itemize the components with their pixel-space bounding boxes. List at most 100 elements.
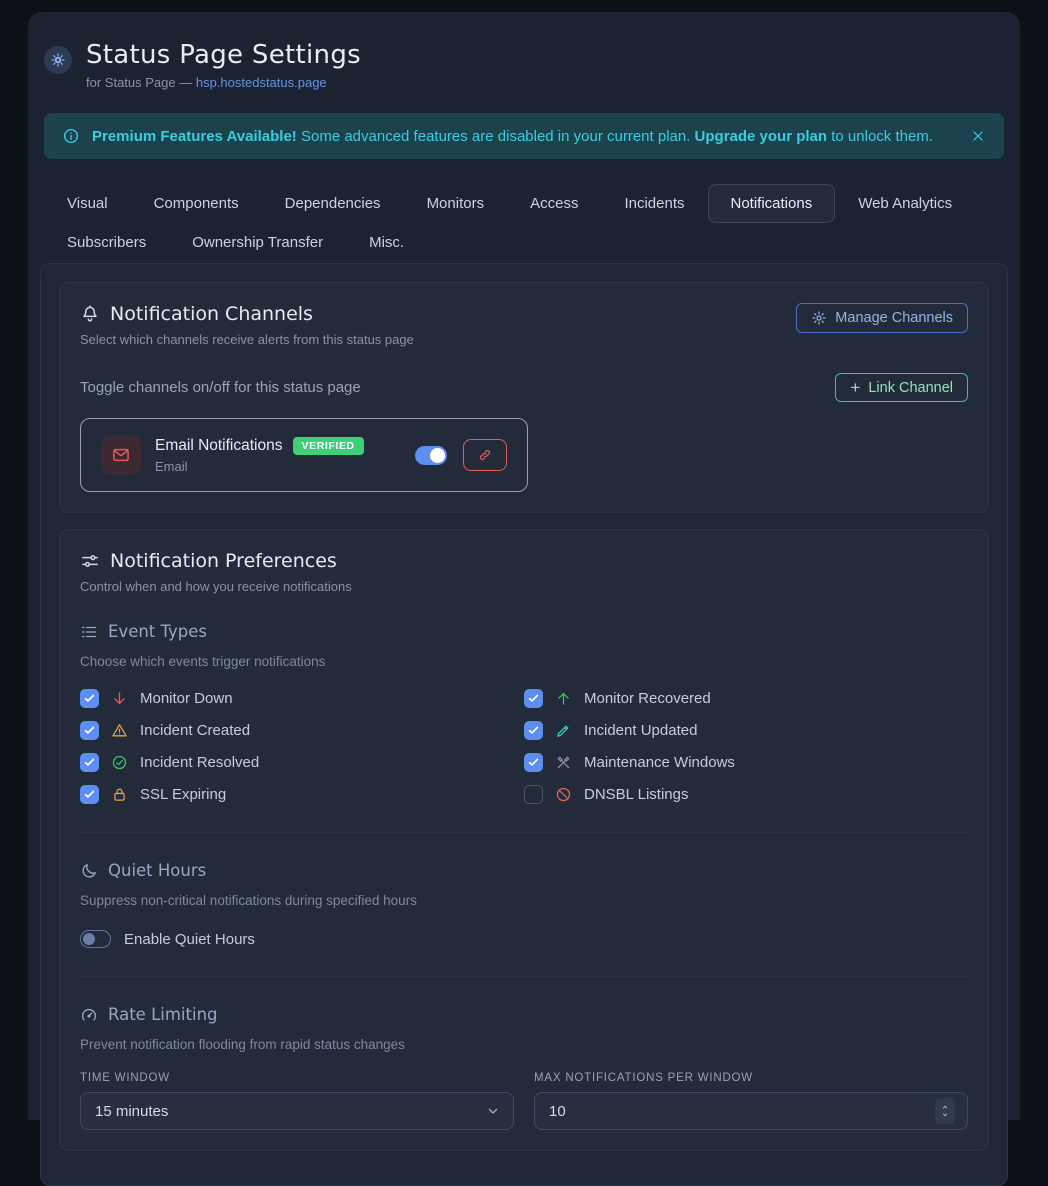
checkbox-checked[interactable] <box>524 753 543 772</box>
event-type-ssl-expiring[interactable]: SSL Expiring <box>80 785 524 804</box>
channel-type: Email <box>155 459 364 474</box>
premium-banner: Premium Features Available! Some advance… <box>44 113 1004 159</box>
tabs: VisualComponentsDependenciesMonitorsAcce… <box>40 184 1008 262</box>
unlink-channel-button[interactable] <box>463 439 507 471</box>
event-type-label: Incident Created <box>140 722 250 739</box>
arrow-down-icon <box>111 690 128 707</box>
checkbox-checked[interactable] <box>80 753 99 772</box>
rate-limiting-desc: Prevent notification flooding from rapid… <box>80 1037 968 1052</box>
plus-icon: + <box>850 379 860 396</box>
tab-subscribers[interactable]: Subscribers <box>44 223 169 262</box>
page-title: Status Page Settings <box>86 40 361 70</box>
event-type-maintenance-windows[interactable]: Maintenance Windows <box>524 753 968 772</box>
time-window-select[interactable]: 15 minutes <box>80 1092 514 1130</box>
event-type-label: Incident Updated <box>584 722 697 739</box>
premium-banner-text: Premium Features Available! Some advance… <box>92 128 958 145</box>
event-type-monitor-down[interactable]: Monitor Down <box>80 689 524 708</box>
max-notifications-input[interactable] <box>549 1103 935 1120</box>
tab-access[interactable]: Access <box>507 184 601 223</box>
tab-web-analytics[interactable]: Web Analytics <box>835 184 975 223</box>
section-title-row: Notification Preferences <box>80 550 968 572</box>
event-type-label: DNSBL Listings <box>584 786 689 803</box>
checkbox-checked[interactable] <box>80 785 99 804</box>
notification-channels-section: Notification Channels Select which chann… <box>59 282 989 513</box>
moon-icon <box>80 862 98 880</box>
event-type-incident-updated[interactable]: Incident Updated <box>524 721 968 740</box>
section-desc: Control when and how you receive notific… <box>80 579 968 594</box>
chevron-down-icon <box>940 1111 950 1119</box>
mail-icon <box>101 435 141 475</box>
event-types-desc: Choose which events trigger notification… <box>80 654 968 669</box>
tab-notifications[interactable]: Notifications <box>708 184 836 223</box>
tab-ownership-transfer[interactable]: Ownership Transfer <box>169 223 346 262</box>
email-channel-card: Email Notifications VERIFIED Email <box>80 418 528 492</box>
section-title: Notification Channels <box>110 303 313 325</box>
bell-icon <box>80 304 100 324</box>
notification-preferences-section: Notification Preferences Control when an… <box>59 529 989 1151</box>
event-type-incident-resolved[interactable]: Incident Resolved <box>80 753 524 772</box>
gear-badge <box>44 46 72 74</box>
event-type-label: Incident Resolved <box>140 754 259 771</box>
quiet-hours-heading: Quiet Hours <box>80 861 968 880</box>
event-type-label: SSL Expiring <box>140 786 226 803</box>
tab-monitors[interactable]: Monitors <box>404 184 508 223</box>
quiet-hours-toggle-label: Enable Quiet Hours <box>124 931 255 948</box>
tab-visual[interactable]: Visual <box>44 184 131 223</box>
list-icon <box>80 623 98 641</box>
gear-icon <box>50 52 66 68</box>
info-icon <box>62 127 80 145</box>
event-type-label: Maintenance Windows <box>584 754 735 771</box>
checkbox-checked[interactable] <box>80 689 99 708</box>
section-desc: Select which channels receive alerts fro… <box>80 332 414 347</box>
tab-incidents[interactable]: Incidents <box>601 184 707 223</box>
page-header: Status Page Settings for Status Page — h… <box>40 40 1008 90</box>
pencil-icon <box>555 722 572 739</box>
upgrade-plan-link[interactable]: Upgrade your plan <box>695 128 828 145</box>
status-page-link[interactable]: hsp.hostedstatus.page <box>196 75 327 90</box>
channel-name: Email Notifications <box>155 437 283 455</box>
event-type-monitor-recovered[interactable]: Monitor Recovered <box>524 689 968 708</box>
section-title: Notification Preferences <box>110 550 337 572</box>
lock-icon <box>111 786 128 803</box>
divider <box>80 832 968 833</box>
event-type-label: Monitor Recovered <box>584 690 711 707</box>
number-stepper[interactable] <box>935 1098 955 1124</box>
divider <box>80 976 968 977</box>
gear-icon <box>811 310 827 326</box>
time-window-label: TIME WINDOW <box>80 1072 514 1084</box>
tab-components[interactable]: Components <box>131 184 262 223</box>
tab-dependencies[interactable]: Dependencies <box>262 184 404 223</box>
quiet-hours-desc: Suppress non-critical notifications duri… <box>80 893 968 908</box>
event-type-incident-created[interactable]: Incident Created <box>80 721 524 740</box>
checkbox-checked[interactable] <box>80 721 99 740</box>
checkbox-checked[interactable] <box>524 721 543 740</box>
verified-badge: VERIFIED <box>293 437 364 455</box>
max-notifications-label: MAX NOTIFICATIONS PER WINDOW <box>534 1072 968 1084</box>
check-circle-icon <box>111 754 128 771</box>
link-channel-button[interactable]: + Link Channel <box>835 373 968 402</box>
event-type-label: Monitor Down <box>140 690 233 707</box>
quiet-hours-toggle[interactable] <box>80 930 111 948</box>
ban-icon <box>555 786 572 803</box>
close-icon[interactable] <box>970 128 986 144</box>
sliders-icon <box>80 551 100 571</box>
page-subtitle: for Status Page — hsp.hostedstatus.page <box>86 75 361 90</box>
chevron-down-icon <box>485 1103 501 1119</box>
rate-limiting-heading: Rate Limiting <box>80 1005 968 1024</box>
checkbox-unchecked[interactable] <box>524 785 543 804</box>
tools-icon <box>555 754 572 771</box>
checkbox-checked[interactable] <box>524 689 543 708</box>
section-title-row: Notification Channels <box>80 303 414 325</box>
notifications-tab-panel: Notification Channels Select which chann… <box>40 263 1008 1186</box>
warning-triangle-icon <box>111 722 128 739</box>
event-types-heading: Event Types <box>80 622 968 641</box>
manage-channels-button[interactable]: Manage Channels <box>796 303 968 333</box>
status-page-settings-panel: Status Page Settings for Status Page — h… <box>28 12 1020 1120</box>
toggle-hint: Toggle channels on/off for this status p… <box>80 379 361 396</box>
event-type-dnsbl-listings[interactable]: DNSBL Listings <box>524 785 968 804</box>
arrow-up-icon <box>555 690 572 707</box>
tab-misc[interactable]: Misc. <box>346 223 427 262</box>
channel-enabled-toggle[interactable] <box>415 446 447 465</box>
gauge-icon <box>80 1006 98 1024</box>
chevron-up-icon <box>940 1103 950 1111</box>
